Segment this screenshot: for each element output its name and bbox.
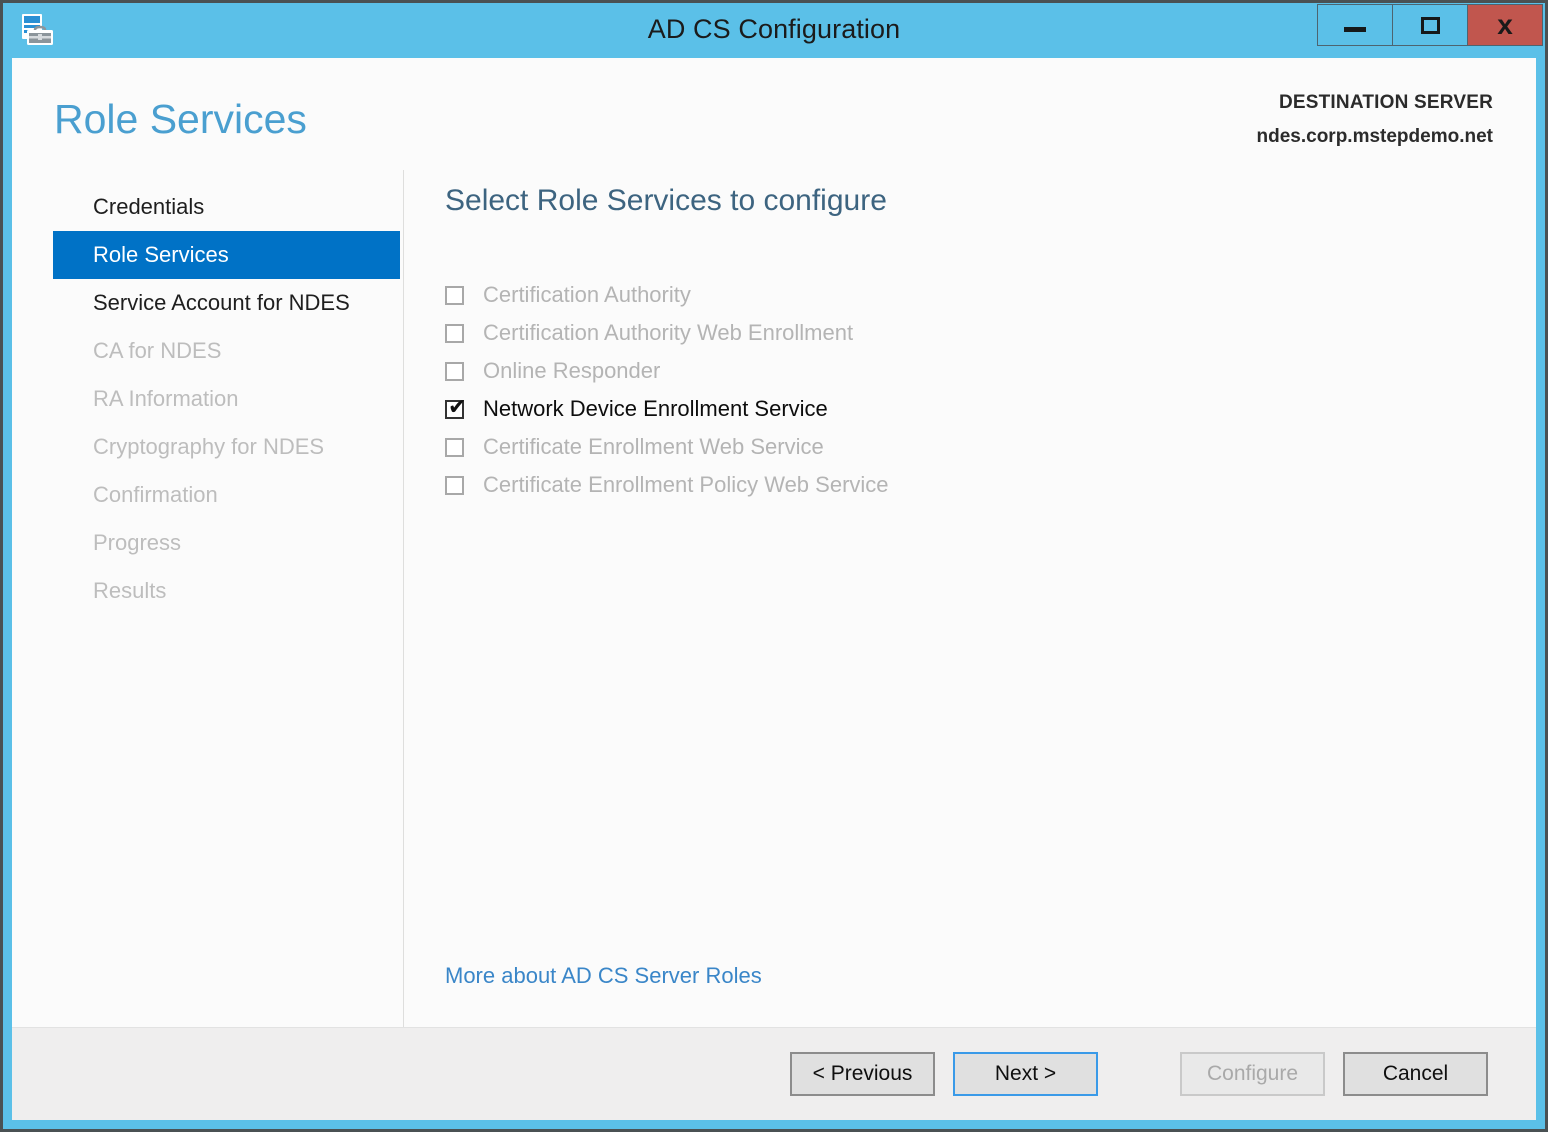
role-service-row-certification-authority: Certification Authority [445,276,1536,314]
content-heading: Select Role Services to configure [445,180,1536,218]
sidebar-item-ca-for-ndes: CA for NDES [53,327,400,375]
sidebar-item-role-services[interactable]: Role Services [53,231,400,279]
page-title: Role Services [54,96,307,143]
window-controls: x [1318,4,1543,46]
role-service-label: Certificate Enrollment Policy Web Servic… [483,472,889,498]
role-service-row-certificate-enrollment-web-service: Certificate Enrollment Web Service [445,428,1536,466]
close-icon: x [1497,11,1513,39]
sidebar-item-label: Progress [93,530,181,556]
ad-cs-configuration-window: AD CS Configuration x Role Services DEST… [0,0,1548,1132]
role-service-row-certificate-enrollment-policy-web-service: Certificate Enrollment Policy Web Servic… [445,466,1536,504]
checkbox-network-device-enrollment-service[interactable]: ✔ [445,400,464,419]
title-bar: AD CS Configuration x [3,3,1545,58]
minimize-icon [1344,27,1366,32]
role-service-row-online-responder: Online Responder [445,352,1536,390]
role-service-label: Certification Authority Web Enrollment [483,320,853,346]
window-title: AD CS Configuration [3,14,1545,45]
sidebar-item-progress: Progress [53,519,400,567]
wizard-footer: < Previous Next > Configure Cancel [12,1027,1536,1120]
checkbox-certification-authority-web-enrollment [445,324,464,343]
sidebar-item-label: Results [93,578,166,604]
sidebar-item-service-account-for-ndes[interactable]: Service Account for NDES [53,279,400,327]
maximize-button[interactable] [1392,4,1468,46]
destination-server-name: ndes.corp.mstepdemo.net [1257,126,1494,148]
page-body: Credentials Role Services Service Accoun… [12,170,1536,1027]
maximize-icon [1421,17,1440,34]
main-content: Select Role Services to configure Certif… [404,170,1536,1027]
role-service-label: Online Responder [483,358,660,384]
cancel-button[interactable]: Cancel [1343,1052,1488,1096]
wizard-step-sidebar: Credentials Role Services Service Accoun… [12,170,404,1027]
checkbox-certification-authority [445,286,464,305]
more-about-ad-cs-server-roles-link[interactable]: More about AD CS Server Roles [445,963,762,989]
sidebar-item-label: Cryptography for NDES [93,434,324,460]
destination-server-label: DESTINATION SERVER [1257,92,1494,114]
sidebar-item-label: CA for NDES [93,338,221,364]
checkmark-icon: ✔ [448,397,466,419]
checkbox-online-responder [445,362,464,381]
close-button[interactable]: x [1467,4,1543,46]
checkbox-certificate-enrollment-web-service [445,438,464,457]
role-service-label: Certificate Enrollment Web Service [483,434,824,460]
wizard-page: Role Services DESTINATION SERVER ndes.co… [12,58,1536,1027]
sidebar-item-label: Confirmation [93,482,218,508]
destination-server-block: DESTINATION SERVER ndes.corp.mstepdemo.n… [1257,92,1494,148]
sidebar-item-cryptography-for-ndes: Cryptography for NDES [53,423,400,471]
role-service-row-network-device-enrollment-service[interactable]: ✔ Network Device Enrollment Service [445,390,1536,428]
sidebar-item-confirmation: Confirmation [53,471,400,519]
role-services-checkbox-list: Certification Authority Certification Au… [445,276,1536,504]
role-service-label: Certification Authority [483,282,691,308]
sidebar-item-credentials[interactable]: Credentials [53,183,400,231]
page-header: Role Services DESTINATION SERVER ndes.co… [12,58,1536,170]
next-button[interactable]: Next > [953,1052,1098,1096]
sidebar-item-ra-information: RA Information [53,375,400,423]
previous-button[interactable]: < Previous [790,1052,935,1096]
sidebar-item-label: RA Information [93,386,239,412]
sidebar-item-label: Credentials [93,194,204,220]
sidebar-item-label: Service Account for NDES [93,290,350,316]
role-service-label: Network Device Enrollment Service [483,396,828,422]
minimize-button[interactable] [1317,4,1393,46]
sidebar-item-label: Role Services [93,242,229,268]
sidebar-item-results: Results [53,567,400,615]
checkbox-certificate-enrollment-policy-web-service [445,476,464,495]
configure-button: Configure [1180,1052,1325,1096]
role-service-row-certification-authority-web-enrollment: Certification Authority Web Enrollment [445,314,1536,352]
